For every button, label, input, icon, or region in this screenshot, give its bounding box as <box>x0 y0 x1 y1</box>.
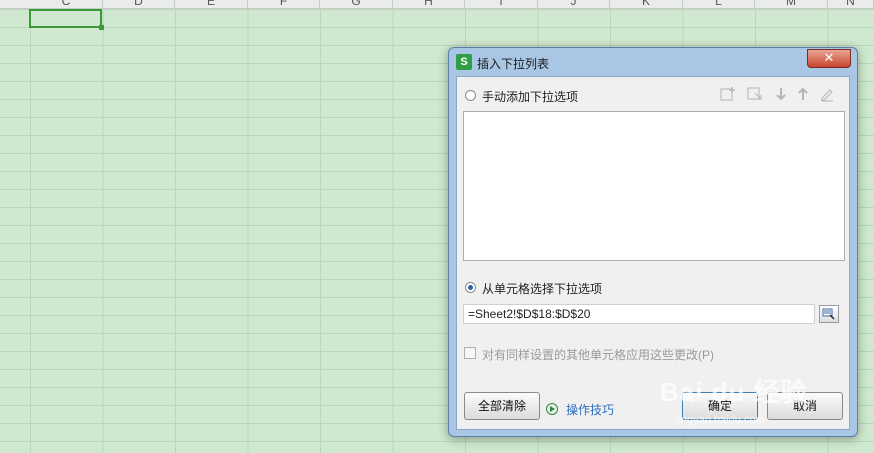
manual-option-label[interactable]: 手动添加下拉选项 <box>482 88 578 105</box>
column-header-i[interactable]: I <box>465 0 538 8</box>
wps-sheet-icon: S <box>456 54 472 70</box>
column-header-h[interactable]: H <box>393 0 465 8</box>
column-header-e[interactable]: E <box>175 0 248 8</box>
dialog-titlebar[interactable]: S 插入下拉列表 ✕ <box>449 48 857 76</box>
add-item-icon[interactable] <box>720 86 736 102</box>
manual-option-radio[interactable] <box>465 90 476 101</box>
edit-icon[interactable] <box>819 86 835 102</box>
apply-all-checkbox[interactable] <box>464 347 476 359</box>
column-header-l[interactable]: L <box>683 0 755 8</box>
range-picker-button[interactable] <box>819 305 839 323</box>
column-header-j[interactable]: J <box>538 0 610 8</box>
apply-all-label: 对有同样设置的其他单元格应用这些更改(P) <box>482 348 714 362</box>
baidu-watermark: Bai du 经验 <box>660 377 808 407</box>
column-header-m[interactable]: M <box>755 0 828 8</box>
play-icon[interactable] <box>546 403 558 415</box>
selected-cell[interactable] <box>29 9 104 30</box>
column-header-k[interactable]: K <box>610 0 683 8</box>
column-header-row: C D E F G H I J K L M N <box>0 0 874 9</box>
column-header-f[interactable]: F <box>248 0 320 8</box>
column-header-g[interactable]: G <box>320 0 393 8</box>
column-header-d[interactable]: D <box>103 0 175 8</box>
clear-all-button[interactable]: 全部清除 <box>464 392 540 420</box>
column-header-c[interactable]: C <box>30 0 103 8</box>
baidu-watermark-url: jingyan.baidu.com <box>676 414 765 426</box>
range-input[interactable] <box>463 304 815 324</box>
select-item-icon[interactable] <box>747 86 763 102</box>
cell-option-radio[interactable] <box>465 282 476 293</box>
move-down-icon[interactable] <box>773 86 789 102</box>
dialog-title: 插入下拉列表 <box>477 57 550 71</box>
manual-options-list[interactable] <box>463 111 845 261</box>
cell-option-label[interactable]: 从单元格选择下拉选项 <box>482 280 602 297</box>
move-up-icon[interactable] <box>795 86 811 102</box>
tips-link[interactable]: 操作技巧 <box>566 401 614 418</box>
range-select-icon <box>822 308 835 320</box>
column-header-n[interactable]: N <box>828 0 874 8</box>
close-button[interactable]: ✕ <box>807 49 851 68</box>
